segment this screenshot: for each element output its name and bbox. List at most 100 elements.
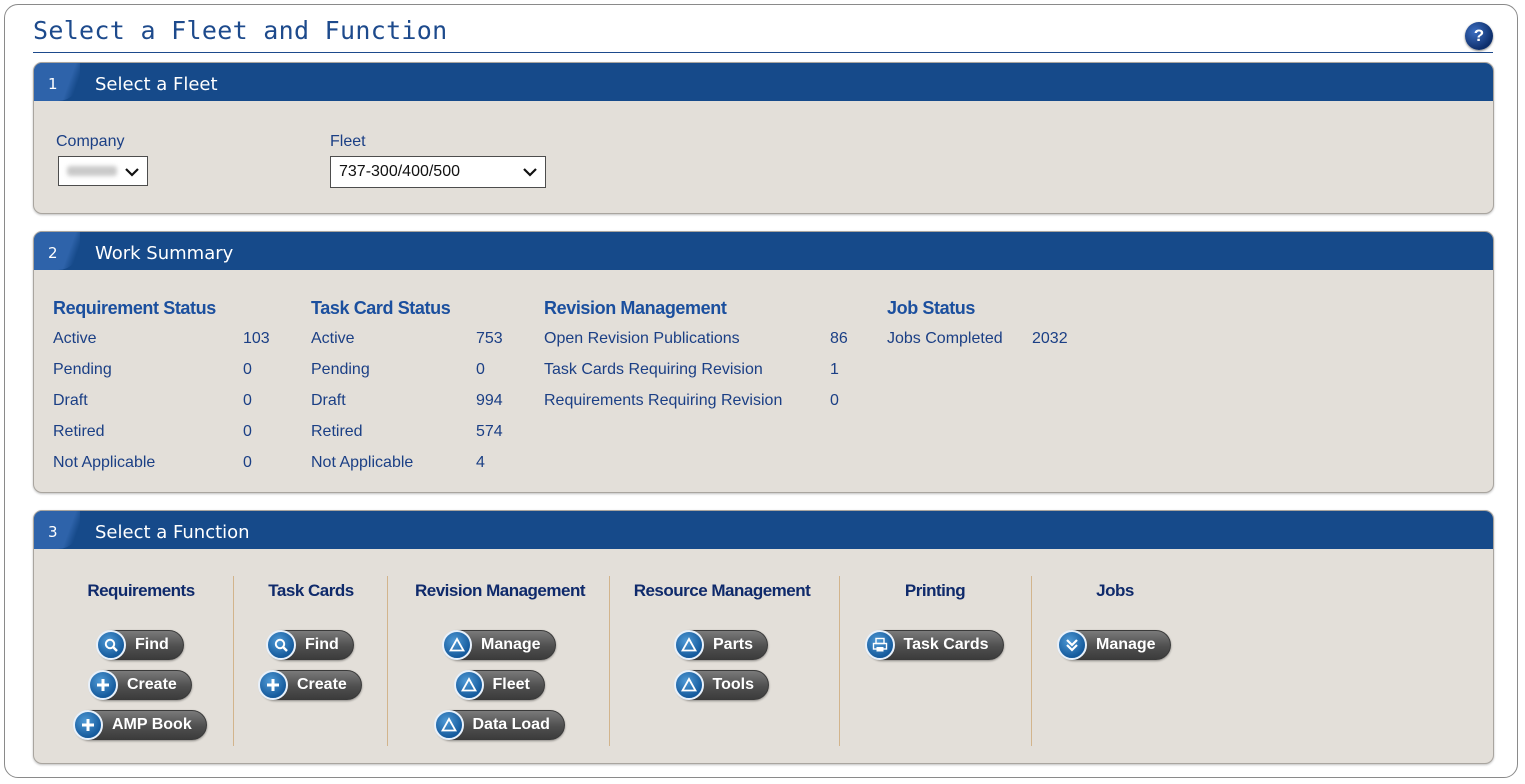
button-label: Data Load <box>472 716 550 733</box>
step-number: 2 <box>34 232 80 270</box>
company-value-redacted <box>67 166 117 176</box>
revision-management-heading: Revision Management <box>544 298 727 318</box>
panel-header: 3 Select a Function <box>34 511 1493 549</box>
revision-management-value: 0 <box>830 392 839 409</box>
job-status-heading: Job Status <box>887 298 976 318</box>
revision-management-label: Requirements Requiring Revision <box>544 392 783 409</box>
manage-button[interactable]: Manage <box>442 630 556 660</box>
task-card-status-label: Not Applicable <box>311 454 414 471</box>
requirement-status-value: 0 <box>243 361 252 378</box>
button-label: Find <box>305 636 339 653</box>
triangle-icon <box>673 670 704 700</box>
select-fleet-panel: 1 Select a Fleet Company Fleet 737-300/4… <box>33 62 1494 214</box>
function-group-heading: Jobs <box>1096 581 1134 600</box>
step-number: 3 <box>34 511 80 549</box>
group-divider <box>387 576 388 746</box>
plus-icon <box>73 710 103 740</box>
parts-button[interactable]: Parts <box>674 630 769 660</box>
requirement-status-label: Pending <box>53 361 112 378</box>
requirement-status-label: Not Applicable <box>53 454 156 471</box>
triangle-icon <box>674 630 704 660</box>
task-card-status-label: Active <box>311 330 355 347</box>
question-icon[interactable]: ? <box>1465 22 1493 50</box>
job-status-label: Jobs Completed <box>887 330 1003 347</box>
panel-header: 2 Work Summary <box>34 232 1493 270</box>
function-group-heading: Resource Management <box>633 581 811 600</box>
task-card-status-value: 0 <box>476 361 485 378</box>
task-cards-button[interactable]: Task Cards <box>864 630 1004 660</box>
create-button[interactable]: Create <box>88 670 192 700</box>
function-group-heading: Revision Management <box>415 581 586 600</box>
company-select[interactable] <box>58 156 148 186</box>
task-card-status-value: 574 <box>476 423 503 440</box>
requirement-status-value: 0 <box>243 423 252 440</box>
panel-title: Select a Fleet <box>95 73 218 95</box>
find-button[interactable]: Find <box>266 630 354 660</box>
arrow-down-icon <box>1057 630 1087 660</box>
revision-management-value: 86 <box>830 330 848 347</box>
task-card-status-label: Draft <box>311 392 346 409</box>
button-label: Parts <box>713 636 754 653</box>
chevron-down-icon <box>125 168 139 177</box>
task-card-status-label: Pending <box>311 361 370 378</box>
plus-icon <box>258 670 288 700</box>
panel-title: Work Summary <box>95 242 234 264</box>
tools-button[interactable]: Tools <box>673 670 769 700</box>
page-title: Select a Fleet and Function <box>33 16 448 45</box>
task-card-status-heading: Task Card Status <box>311 298 451 318</box>
button-label: Tools <box>712 676 754 693</box>
button-label: Manage <box>1096 636 1156 653</box>
requirement-status-label: Active <box>53 330 97 347</box>
triangle-icon <box>453 670 484 700</box>
printer-icon <box>864 630 895 660</box>
requirement-status-value: 0 <box>243 392 252 409</box>
manage-button[interactable]: Manage <box>1057 630 1171 660</box>
button-label: Create <box>297 676 347 693</box>
requirement-status-value: 0 <box>243 454 252 471</box>
requirement-status-label: Retired <box>53 423 105 440</box>
fleet-select[interactable]: 737-300/400/500 <box>330 156 546 188</box>
function-group-heading: Task Cards <box>268 581 354 600</box>
data-load-button[interactable]: Data Load <box>433 710 565 740</box>
revision-management-label: Open Revision Publications <box>544 330 740 347</box>
panel-header: 1 Select a Fleet <box>34 63 1493 101</box>
work-summary-panel: 2 Work Summary Requirement Status Active 1… <box>33 231 1494 493</box>
requirement-status-label: Draft <box>53 392 88 409</box>
button-label: AMP Book <box>112 716 192 733</box>
button-label: Fleet <box>492 676 530 693</box>
chevron-down-icon <box>523 168 537 177</box>
triangle-icon <box>433 710 464 740</box>
search-icon <box>96 630 126 660</box>
button-label: Task Cards <box>903 636 989 653</box>
task-card-status-label: Retired <box>311 423 363 440</box>
amp-book-button[interactable]: AMP Book <box>73 710 207 740</box>
group-divider <box>233 576 234 746</box>
search-icon <box>266 630 296 660</box>
task-card-status-value: 994 <box>476 392 503 409</box>
button-label: Manage <box>481 636 541 653</box>
plus-icon <box>88 670 118 700</box>
task-card-status-value: 4 <box>476 454 485 471</box>
button-label: Create <box>127 676 177 693</box>
title-divider <box>33 52 1493 53</box>
find-button[interactable]: Find <box>96 630 184 660</box>
revision-management-value: 1 <box>830 361 839 378</box>
fleet-button[interactable]: Fleet <box>453 670 545 700</box>
triangle-icon <box>442 630 472 660</box>
company-label: Company <box>56 133 125 150</box>
task-card-status-value: 753 <box>476 330 503 347</box>
create-button[interactable]: Create <box>258 670 362 700</box>
requirement-status-heading: Requirement Status <box>53 298 216 318</box>
button-label: Find <box>135 636 169 653</box>
fleet-select-value: 737-300/400/500 <box>339 163 460 180</box>
step-number: 1 <box>34 63 80 101</box>
select-function-panel: 3 Select a Function Requirements Find Crea… <box>33 510 1494 764</box>
revision-management-label: Task Cards Requiring Revision <box>544 361 763 378</box>
group-divider <box>839 576 840 746</box>
group-divider <box>1031 576 1032 746</box>
panel-title: Select a Function <box>95 521 250 543</box>
group-divider <box>609 576 610 746</box>
job-status-value: 2032 <box>1032 330 1068 347</box>
fleet-label: Fleet <box>330 133 366 150</box>
requirement-status-value: 103 <box>243 330 270 347</box>
